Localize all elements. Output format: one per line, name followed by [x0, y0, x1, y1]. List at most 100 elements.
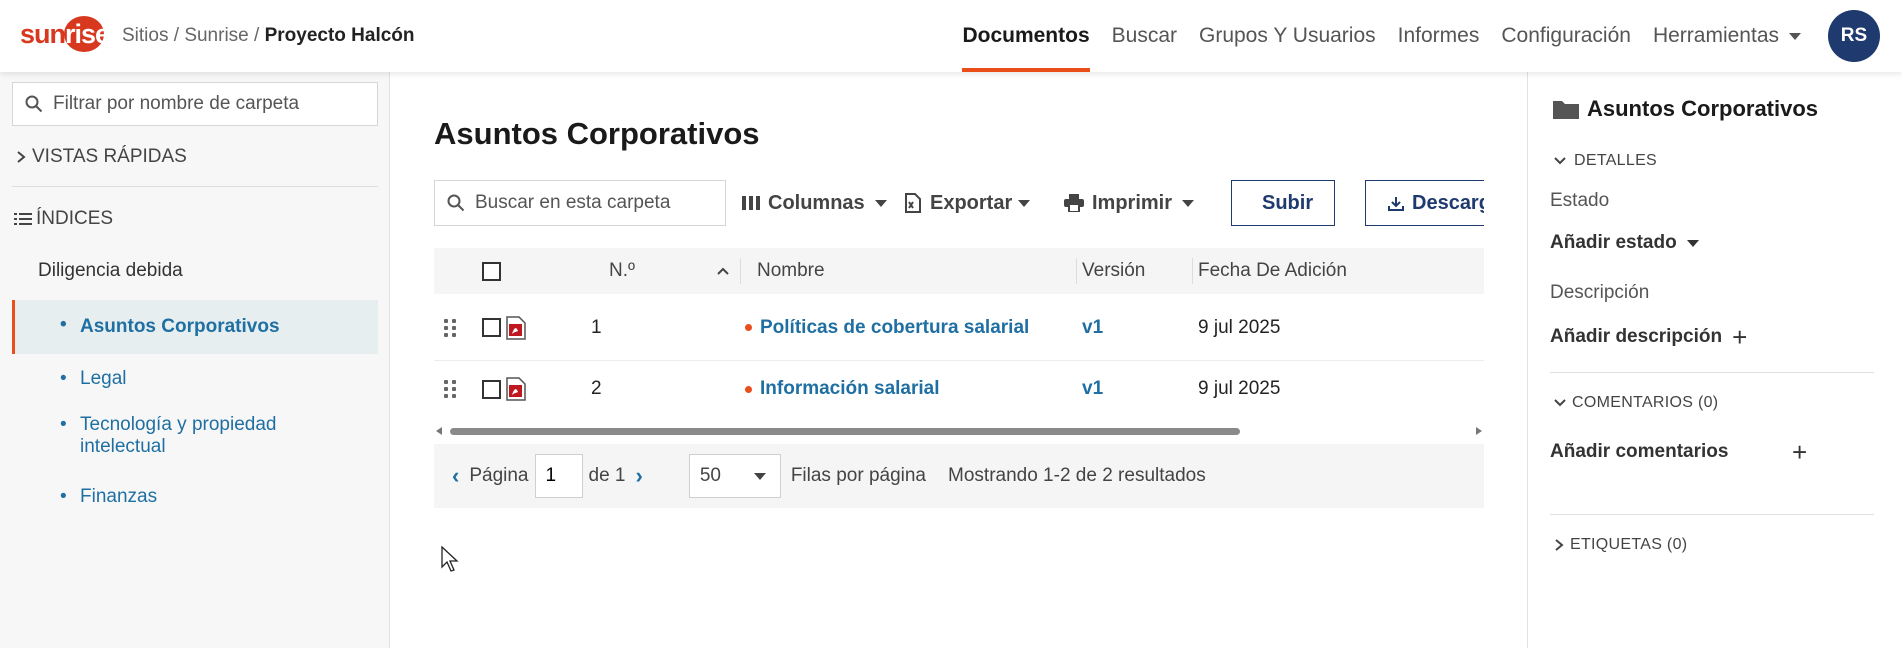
sunrise-logo[interactable]: sunrise — [20, 12, 110, 56]
document-link[interactable]: Políticas de cobertura salarial — [760, 317, 1029, 339]
chevron-down-icon — [1018, 199, 1031, 207]
logo-text: sunrise — [20, 18, 110, 49]
scroll-right-icon[interactable] — [1476, 427, 1482, 435]
chevron-down-icon — [1686, 239, 1699, 247]
upload-button[interactable]: Subir — [1231, 180, 1335, 226]
user-avatar[interactable]: RS — [1828, 10, 1880, 62]
add-comment-label: Añadir comentarios — [1550, 441, 1729, 462]
chevron-down-icon — [1554, 157, 1566, 165]
chevron-down-icon — [753, 472, 766, 480]
version-link[interactable]: v1 — [1082, 294, 1103, 361]
table-header: N.º Nombre Versión Fecha De Adición — [434, 248, 1484, 294]
sidebar-item-finanzas[interactable]: • Finanzas — [12, 486, 378, 508]
sidebar-item-legal[interactable]: • Legal — [12, 368, 378, 390]
document-link[interactable]: Información salarial — [760, 378, 940, 400]
search-icon — [447, 194, 465, 212]
chevron-down-icon — [1554, 399, 1566, 407]
tags-toggle[interactable]: ETIQUETAS (0) — [1554, 536, 1687, 554]
sidebar-divider — [12, 186, 378, 187]
nav-configuracion[interactable]: Configuración — [1490, 0, 1642, 72]
indexes-label: ÍNDICES — [36, 208, 114, 229]
columns-button[interactable]: Columnas — [742, 180, 887, 226]
header-number[interactable]: N.º — [609, 248, 635, 294]
export-file-icon — [905, 193, 921, 213]
drag-handle-icon[interactable] — [444, 361, 456, 417]
drag-handle-icon[interactable] — [444, 294, 456, 361]
page-label: Página — [469, 465, 529, 486]
chevron-down-icon — [1789, 32, 1801, 40]
panel-divider — [1550, 514, 1874, 515]
table-row[interactable]: 2 Información salarial v1 9 jul 2025 — [434, 361, 1484, 417]
sidebar-item-asuntos-corporativos[interactable]: • Asuntos Corporativos — [12, 300, 378, 354]
date-added: 9 jul 2025 — [1198, 316, 1281, 338]
chevron-down-icon — [874, 199, 887, 207]
details-panel-title: Asuntos Corporativos — [1553, 96, 1818, 122]
breadcrumb: Sitios / Sunrise / Proyecto Halcón — [122, 25, 415, 46]
scroll-left-icon[interactable] — [436, 427, 442, 435]
breadcrumb-sites[interactable]: Sitios — [122, 25, 168, 46]
quick-views-toggle[interactable]: VISTAS RÁPIDAS — [16, 146, 187, 168]
folder-icon — [1553, 101, 1579, 119]
scrollbar-thumb[interactable] — [450, 428, 1240, 435]
nav-informes[interactable]: Informes — [1387, 0, 1491, 72]
date-added: 9 jul 2025 — [1198, 378, 1281, 399]
folder-filter — [12, 82, 378, 126]
details-toggle[interactable]: DETALLES — [1554, 152, 1657, 170]
page-number-input[interactable] — [534, 454, 583, 498]
chevron-right-icon — [17, 151, 26, 163]
add-description-button[interactable]: Añadir descripción + — [1550, 324, 1747, 350]
chevron-down-icon — [1182, 199, 1195, 207]
chevron-right-icon — [1555, 539, 1564, 551]
printer-icon — [1064, 194, 1084, 212]
comments-toggle[interactable]: COMENTARIOS (0) — [1554, 394, 1718, 412]
pdf-icon — [506, 294, 526, 361]
folder-filter-input[interactable] — [53, 93, 353, 115]
nav-grupos-usuarios[interactable]: Grupos Y Usuarios — [1188, 0, 1387, 72]
prev-page-icon[interactable]: ‹ — [452, 463, 459, 489]
header-version[interactable]: Versión — [1082, 248, 1145, 294]
main-content: Asuntos Corporativos Columnas Exportar I… — [391, 72, 1527, 648]
rows-per-page-select[interactable]: 50 — [688, 454, 781, 498]
status-label: Estado — [1550, 190, 1610, 211]
quick-views-label: VISTAS RÁPIDAS — [32, 146, 187, 167]
nav-buscar[interactable]: Buscar — [1101, 0, 1188, 72]
main-nav: Documentos Buscar Grupos Y Usuarios Info… — [951, 0, 1812, 72]
search-icon — [25, 95, 43, 113]
print-button[interactable]: Imprimir — [1064, 180, 1195, 226]
results-summary: Mostrando 1-2 de 2 resultados — [948, 465, 1206, 486]
download-button[interactable]: Descargar — [1365, 180, 1484, 226]
documents-table: N.º Nombre Versión Fecha De Adición 1 Po… — [434, 248, 1484, 417]
rows-per-page-label: Filas por página — [790, 465, 927, 486]
version-link[interactable]: v1 — [1082, 361, 1103, 417]
select-all-checkbox[interactable] — [482, 261, 501, 281]
nav-documentos[interactable]: Documentos — [951, 0, 1100, 72]
header-date[interactable]: Fecha De Adición — [1198, 248, 1347, 294]
pagination: ‹ Página de 1 › 50 Filas por página Most… — [434, 444, 1484, 508]
folder-search-input[interactable] — [475, 192, 715, 214]
download-icon — [1388, 197, 1404, 211]
nav-herramientas[interactable]: Herramientas — [1642, 0, 1812, 72]
page-title: Asuntos Corporativos — [434, 116, 760, 151]
next-page-icon[interactable]: › — [635, 463, 642, 489]
description-label: Descripción — [1550, 282, 1650, 303]
sidebar-root-folder[interactable]: Diligencia debida — [38, 260, 183, 282]
export-button[interactable]: Exportar — [904, 180, 1031, 226]
row-checkbox[interactable] — [482, 379, 501, 399]
plus-icon[interactable]: + — [1792, 439, 1807, 465]
sidebar-item-tecnologia[interactable]: • Tecnología y propiedad intelectual — [12, 414, 352, 458]
header-name[interactable]: Nombre — [757, 248, 825, 294]
document-toolbar: Columnas Exportar Imprimir Subir Descarg… — [434, 180, 1484, 226]
top-header: sunrise Sitios / Sunrise / Proyecto Halc… — [0, 0, 1902, 72]
row-checkbox[interactable] — [482, 318, 501, 337]
folder-search — [434, 180, 726, 226]
plus-icon: + — [1732, 322, 1748, 352]
horizontal-scrollbar[interactable] — [434, 424, 1484, 438]
add-status-dropdown[interactable]: Añadir estado — [1550, 232, 1699, 254]
details-panel: Asuntos Corporativos DETALLES Estado Aña… — [1527, 72, 1902, 648]
table-row[interactable]: 1 Políticas de cobertura salarial v1 9 j… — [434, 294, 1484, 361]
status-dot — [745, 385, 752, 393]
indexes-toggle[interactable]: ÍNDICES — [14, 208, 113, 230]
breadcrumb-sunrise[interactable]: Sunrise — [184, 25, 248, 46]
sort-asc-icon[interactable] — [716, 248, 730, 294]
folder-sidebar: VISTAS RÁPIDAS ÍNDICES Diligencia debida… — [0, 72, 390, 648]
